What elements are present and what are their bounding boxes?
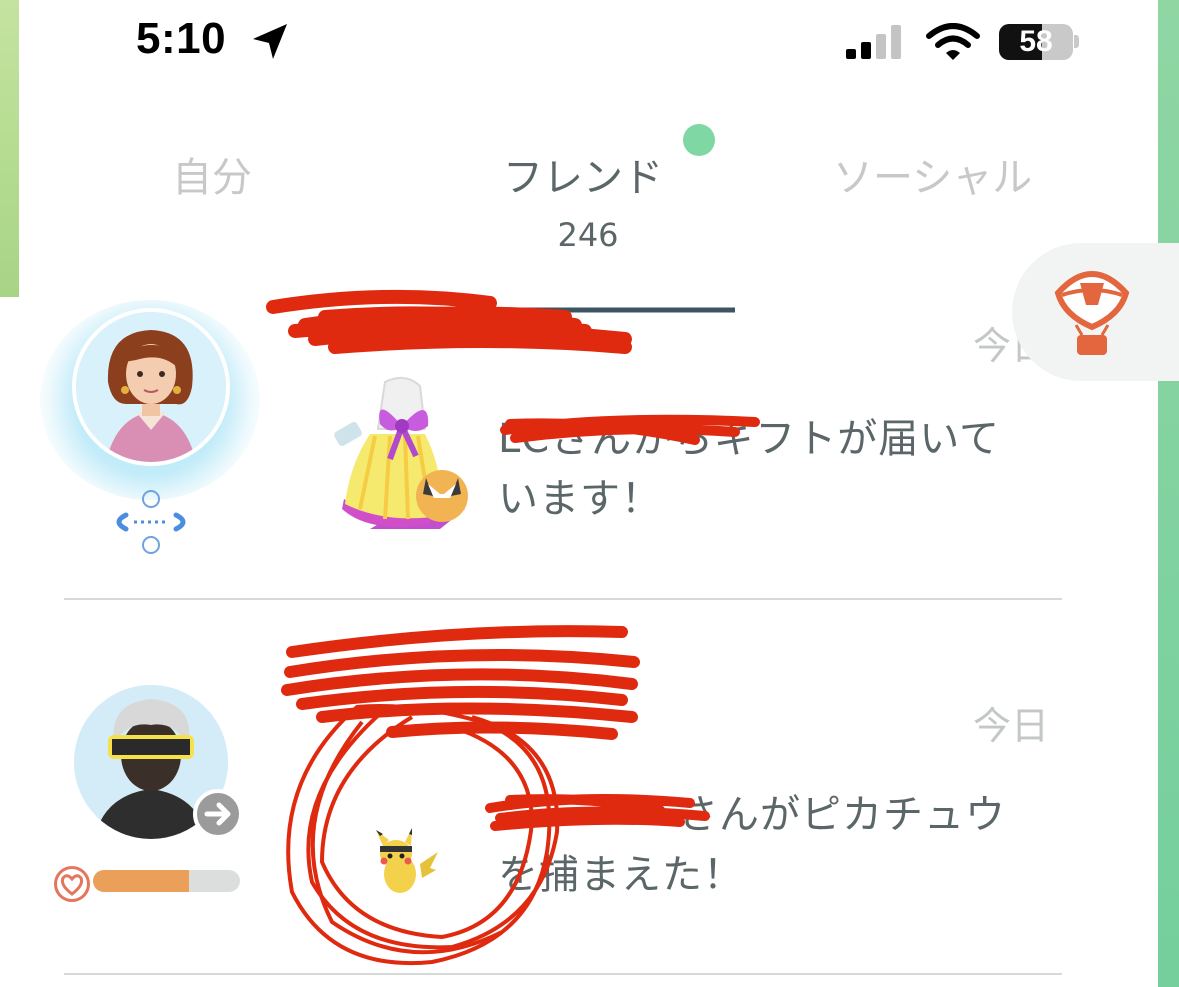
message-text: さんからギフトが届いています！ [498, 416, 1001, 522]
friendship-progress-bar [93, 870, 240, 892]
tab-social[interactable]: ソーシャル [833, 145, 1032, 203]
friend-count: 246 [557, 216, 619, 254]
friend-message: さんがピカチュウを捕まえた！ [498, 785, 1038, 905]
cellular-signal-icon [846, 25, 901, 59]
tab-me[interactable]: 自分 [172, 145, 252, 203]
status-time: 5:10 [136, 14, 227, 63]
gift-icon [334, 376, 468, 529]
wifi-icon [926, 23, 980, 60]
battery-tip [1074, 35, 1079, 48]
trade-icon [116, 490, 186, 554]
message-sender-name: LC [498, 416, 551, 462]
team-rocket-balloon-icon [1054, 271, 1130, 355]
arrow-right-icon[interactable] [193, 789, 243, 839]
friend-list-item[interactable]: 今日 さんがピカチュウを捕まえた！ [0, 600, 1158, 980]
redacted-name [266, 289, 735, 354]
left-edge-background [0, 0, 19, 297]
avatar[interactable] [72, 308, 230, 466]
tab-notification-dot [683, 124, 715, 156]
heart-icon [54, 866, 90, 902]
location-arrow-icon [253, 24, 287, 59]
friendship-progress-fill [93, 870, 189, 892]
list-divider [64, 973, 1062, 975]
friend-time: 今日 [973, 704, 1050, 748]
rocket-balloon-button[interactable] [1012, 243, 1179, 381]
battery-icon: 58 [999, 24, 1073, 60]
battery-level: 58 [1019, 25, 1053, 58]
right-edge-background [1158, 0, 1179, 987]
message-text: さんがピカチュウを捕まえた！ [498, 792, 1006, 898]
trainer-avatar-image [76, 312, 226, 462]
tab-friends[interactable]: フレンド [503, 145, 663, 203]
pikachu-icon [376, 828, 438, 893]
friend-message: LCさんからギフトが届いています！ [498, 409, 1038, 529]
friend-list-item[interactable]: 今日 LCさんからギフトが届いています！ [0, 282, 1158, 600]
